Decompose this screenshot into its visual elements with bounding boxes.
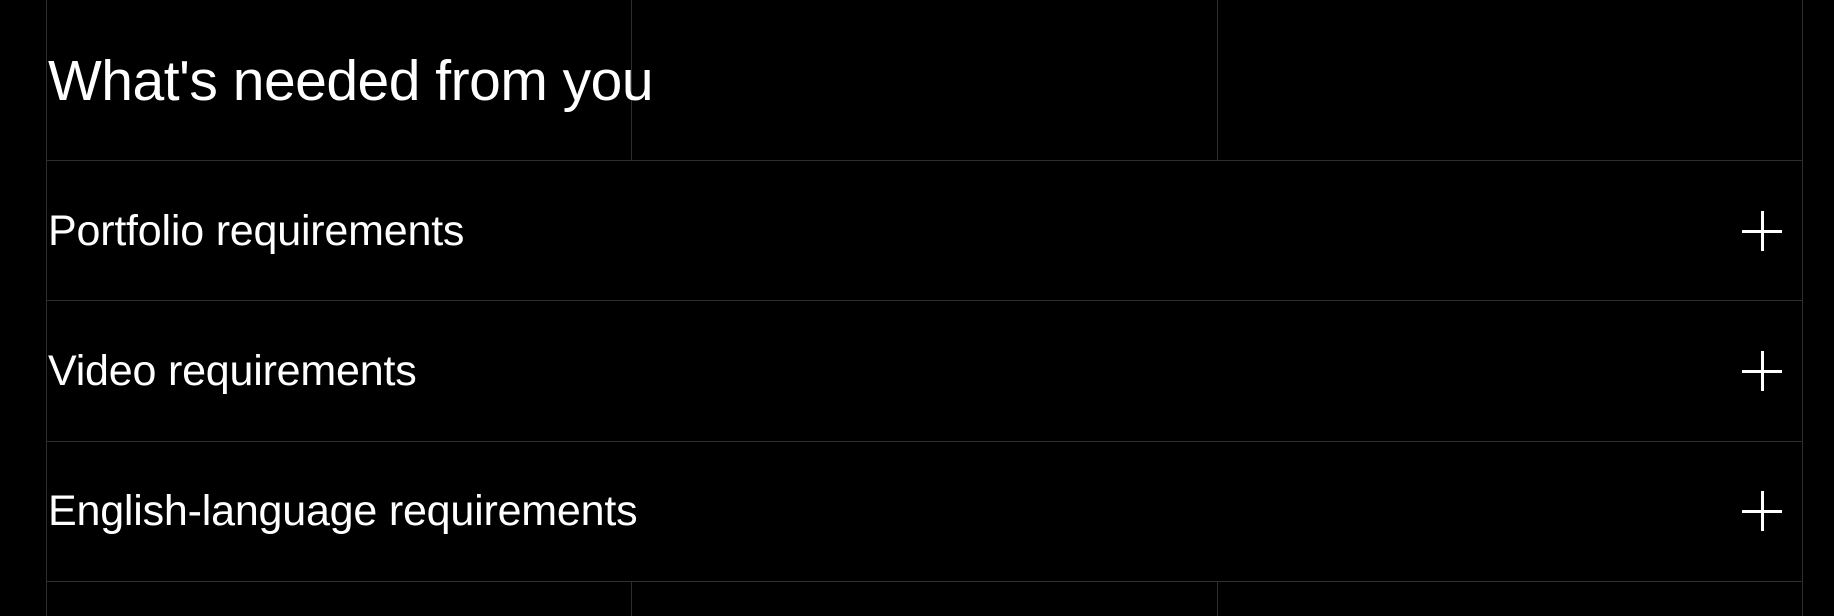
accordion-item-label: Portfolio requirements — [48, 206, 465, 255]
grid-line-col-1-bottom — [631, 582, 632, 616]
plus-icon[interactable] — [1742, 351, 1782, 391]
accordion-item-label: Video requirements — [48, 346, 417, 395]
requirements-accordion: Portfolio requirements Video requirement… — [46, 161, 1802, 581]
requirements-section: What's needed from you Portfolio require… — [0, 0, 1834, 616]
accordion-item-label: English-language requirements — [48, 486, 638, 535]
plus-icon[interactable] — [1742, 491, 1782, 531]
accordion-item-english-language[interactable]: English-language requirements — [46, 441, 1802, 581]
grid-line-col-2-top — [1217, 0, 1218, 161]
accordion-item-portfolio[interactable]: Portfolio requirements — [46, 161, 1802, 301]
grid-line-right — [1802, 0, 1803, 616]
grid-line-col-2-bottom — [1217, 582, 1218, 616]
section-title: What's needed from you — [48, 49, 654, 113]
plus-icon[interactable] — [1742, 211, 1782, 251]
accordion-item-video[interactable]: Video requirements — [46, 301, 1802, 441]
divider — [46, 581, 1802, 582]
